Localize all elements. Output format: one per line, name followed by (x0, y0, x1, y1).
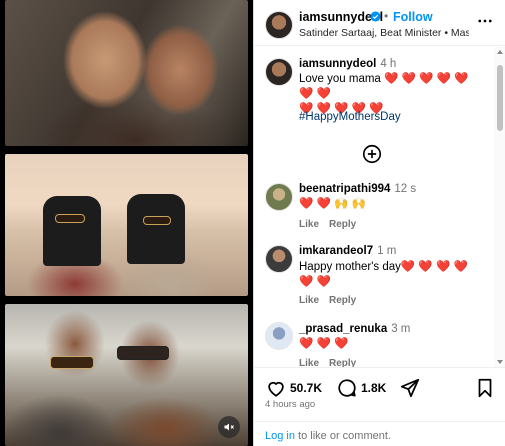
caption-author: iamsunnydeol 4 h (299, 58, 396, 70)
sunglasses-left (55, 214, 85, 223)
like-count[interactable]: 50.7K (290, 381, 322, 395)
avatar[interactable] (265, 11, 293, 39)
comment-icon[interactable] (336, 377, 358, 399)
post-header: iamsunnydeol • Follow Satinder Sartaaj, … (254, 0, 505, 46)
car-seat-right (127, 194, 185, 264)
audio-credit[interactable]: Satinder Sartaaj, Beat Minister • Masoom… (299, 27, 469, 39)
comment-time: 12 s (394, 183, 417, 195)
comment-like-button[interactable]: Like (299, 358, 319, 367)
comment-like-button[interactable]: Like (299, 219, 319, 230)
speaker-muted-icon (224, 423, 234, 431)
caption-message: Love you mama (299, 73, 381, 85)
comment-time: 1 m (377, 245, 397, 257)
avatar[interactable] (265, 58, 293, 86)
post-action-bar: 50.7K 1.8K 4 hours ago Log in to like or… (254, 367, 505, 446)
comment-username[interactable]: _prasad_renuka (299, 323, 387, 335)
share-icon[interactable] (399, 377, 421, 399)
sunglasses-right (143, 216, 171, 225)
post-timestamp: 4 hours ago (265, 399, 316, 410)
plus-circle-icon[interactable] (361, 143, 383, 165)
separator-dot: • (384, 9, 389, 23)
photo-frame-2 (5, 154, 248, 296)
comments-scrollbar[interactable] (494, 47, 505, 367)
sunglasses-woman (117, 346, 169, 360)
scroll-up-arrow-icon[interactable] (497, 50, 503, 54)
car-seat-left (43, 196, 101, 266)
scrollbar-thumb[interactable] (497, 65, 503, 131)
verified-badge-icon (370, 11, 381, 22)
comment-reply-button[interactable]: Reply (329, 295, 356, 306)
follow-button[interactable]: Follow (393, 10, 433, 24)
comments-list[interactable]: iamsunnydeol 4 h Love you mama ❤️ ❤️ ❤️ ❤… (254, 47, 494, 367)
heart-icon[interactable] (265, 377, 287, 399)
comment-like-button[interactable]: Like (299, 295, 319, 306)
comment-reply-button[interactable]: Reply (329, 219, 356, 230)
sunglasses-man (50, 356, 94, 369)
login-prompt: Log in to like or comment. (254, 421, 505, 446)
login-prompt-text: to like or comment. (294, 430, 391, 442)
photo-frame-3 (5, 304, 248, 446)
login-link[interactable]: Log in (265, 430, 295, 442)
comment-reply-button[interactable]: Reply (329, 358, 356, 367)
comment-text: ❤️ ❤️ ❤️ (299, 338, 349, 350)
comment-time: 3 m (391, 323, 411, 335)
comment-count[interactable]: 1.8K (361, 381, 386, 395)
comment-author: _prasad_renuka 3 m (299, 323, 410, 335)
comment-author: imkarandeol7 1 m (299, 245, 396, 257)
comment-username[interactable]: imkarandeol7 (299, 245, 373, 257)
caption-time: 4 h (380, 58, 397, 70)
comment-actions: Like Reply (299, 219, 366, 230)
caption-username[interactable]: iamsunnydeol (299, 58, 376, 70)
photo-frame-1 (5, 0, 248, 146)
comment-author: beenatripathi994 12 s (299, 183, 416, 195)
mute-button[interactable] (218, 416, 240, 438)
comment-actions: Like Reply (299, 358, 366, 367)
avatar[interactable] (265, 322, 293, 350)
avatar[interactable] (265, 183, 293, 211)
comment-text: Happy mother's day❤️ ❤️ ❤️ ❤️ ❤️ ❤️ (299, 261, 468, 288)
comment-text: ❤️ ❤️ 🙌 🙌 (299, 198, 366, 210)
post-side-panel: iamsunnydeol • Follow Satinder Sartaaj, … (253, 0, 505, 446)
avatar[interactable] (265, 245, 293, 273)
comment-actions: Like Reply (299, 295, 366, 306)
caption-hashtag[interactable]: #HappyMothersDay (299, 110, 481, 125)
comment-username[interactable]: beenatripathi994 (299, 183, 390, 195)
post-media[interactable] (0, 0, 253, 446)
more-horizontal-icon[interactable] (476, 12, 494, 30)
scroll-down-arrow-icon[interactable] (497, 360, 503, 364)
bookmark-icon[interactable] (474, 377, 496, 399)
